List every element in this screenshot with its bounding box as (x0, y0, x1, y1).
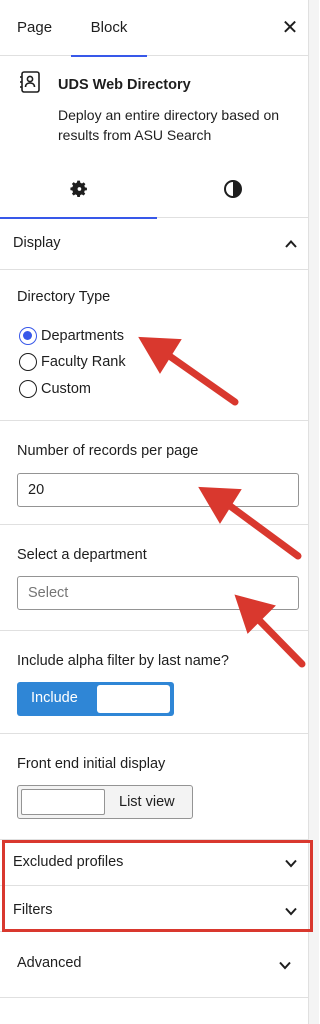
tab-page[interactable]: Page (0, 0, 69, 56)
radio-label: Departments (41, 328, 125, 344)
radio-custom[interactable]: Custom (19, 378, 91, 400)
directory-icon (20, 71, 40, 93)
initial-display-toggle[interactable]: List view (17, 785, 193, 819)
radio-departments[interactable]: Departments (19, 325, 124, 347)
block-description: Deploy an entire directory based on resu… (58, 107, 280, 143)
chevron-up-icon (285, 240, 297, 248)
tab-settings[interactable] (0, 160, 157, 219)
style-tabs (0, 160, 309, 219)
initial-display-label: Front end initial display (17, 756, 166, 772)
directory-type-section: Directory Type Departments Faculty Rank … (0, 270, 309, 421)
radio-label: Custom (41, 381, 91, 397)
half-circle-contrast-icon (224, 180, 242, 198)
radio-faculty-rank[interactable]: Faculty Rank (19, 351, 126, 373)
records-per-page-label: Number of records per page (17, 443, 199, 459)
radio-button[interactable] (19, 353, 37, 371)
chevron-down-icon (279, 961, 291, 970)
tab-block[interactable]: Block (71, 0, 147, 57)
records-per-page-input[interactable]: 20 (17, 473, 299, 507)
gear-icon (69, 180, 87, 197)
radio-button[interactable] (19, 380, 37, 398)
grid-view-option[interactable] (21, 789, 105, 815)
sidebar-tabs: Page Block ✕ (0, 0, 309, 57)
alpha-filter-label: Include alpha filter by last name? (17, 653, 229, 669)
advanced-panel[interactable]: Advanced (0, 932, 309, 998)
directory-type-label: Directory Type (17, 289, 111, 305)
radio-button-checked[interactable] (19, 327, 37, 345)
tab-styles[interactable] (157, 160, 309, 218)
department-select[interactable]: Select (17, 576, 299, 610)
radio-label: Faculty Rank (41, 354, 126, 370)
records-per-page-section: Number of records per page 20 (0, 421, 309, 525)
block-card: UDS Web Directory Deploy an entire direc… (0, 56, 309, 160)
block-title: UDS Web Directory (58, 77, 191, 93)
display-panel-title: Display (13, 235, 61, 251)
exclude-option[interactable] (97, 685, 170, 713)
department-label: Select a department (17, 547, 147, 563)
alpha-filter-toggle[interactable]: Include (17, 682, 174, 716)
advanced-title: Advanced (17, 955, 82, 971)
list-view-option[interactable]: List view (119, 794, 175, 810)
annotation-highlight-box (2, 840, 313, 932)
close-icon[interactable]: ✕ (276, 14, 304, 42)
department-section: Select a department Select (0, 525, 309, 631)
display-panel-header[interactable]: Display (0, 218, 309, 270)
include-option[interactable]: Include (31, 690, 78, 706)
